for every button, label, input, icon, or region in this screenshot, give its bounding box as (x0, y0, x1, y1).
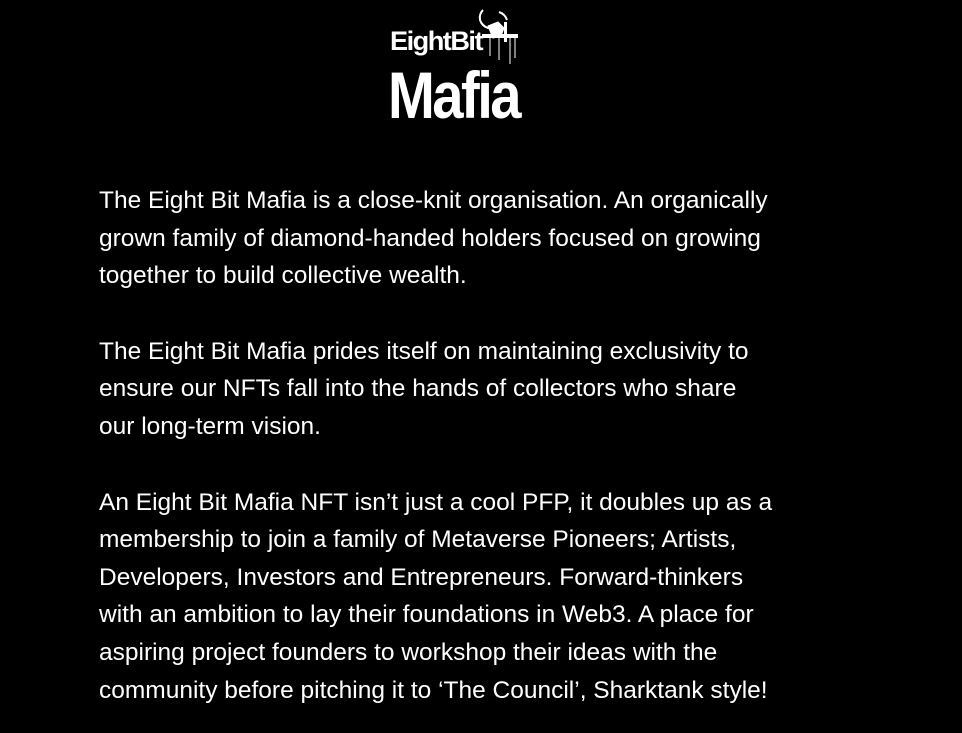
eight-bit-mafia-logo: EightBit Mafia (387, 4, 523, 122)
logo-line-2: Mafia (388, 58, 523, 122)
text-line: our long-term vision. (99, 412, 321, 440)
text-line: community before pitching it to ‘The Cou… (99, 676, 768, 704)
logo-graphic: EightBit Mafia (388, 9, 523, 122)
text-line: together to build collective wealth. (99, 262, 467, 290)
text-line: grown family of diamond-handed holders f… (99, 224, 761, 252)
text-line: The Eight Bit Mafia prides itself on mai… (99, 337, 749, 365)
text-line: The Eight Bit Mafia is a close-knit orga… (99, 187, 768, 214)
logo-line-1: EightBit (390, 26, 484, 56)
text-line: Developers, Investors and Entrepreneurs.… (99, 563, 744, 591)
about-text: The Eight Bit Mafia is a close-knit orga… (99, 182, 899, 709)
text-line: An Eight Bit Mafia NFT isn’t just a cool… (99, 488, 773, 516)
text-line: with an ambition to lay their foundation… (99, 601, 754, 629)
text-line: membership to join a family of Metaverse… (99, 526, 737, 554)
paragraph-intro: The Eight Bit Mafia is a close-knit orga… (99, 182, 899, 295)
paragraph-exclusivity: The Eight Bit Mafia prides itself on mai… (99, 333, 899, 446)
paragraph-membership: An Eight Bit Mafia NFT isn’t just a cool… (99, 484, 899, 710)
text-line: ensure our NFTs fall into the hands of c… (99, 375, 737, 403)
puppet-hand-icon (478, 9, 518, 64)
text-line: aspiring project founders to workshop th… (99, 638, 718, 666)
